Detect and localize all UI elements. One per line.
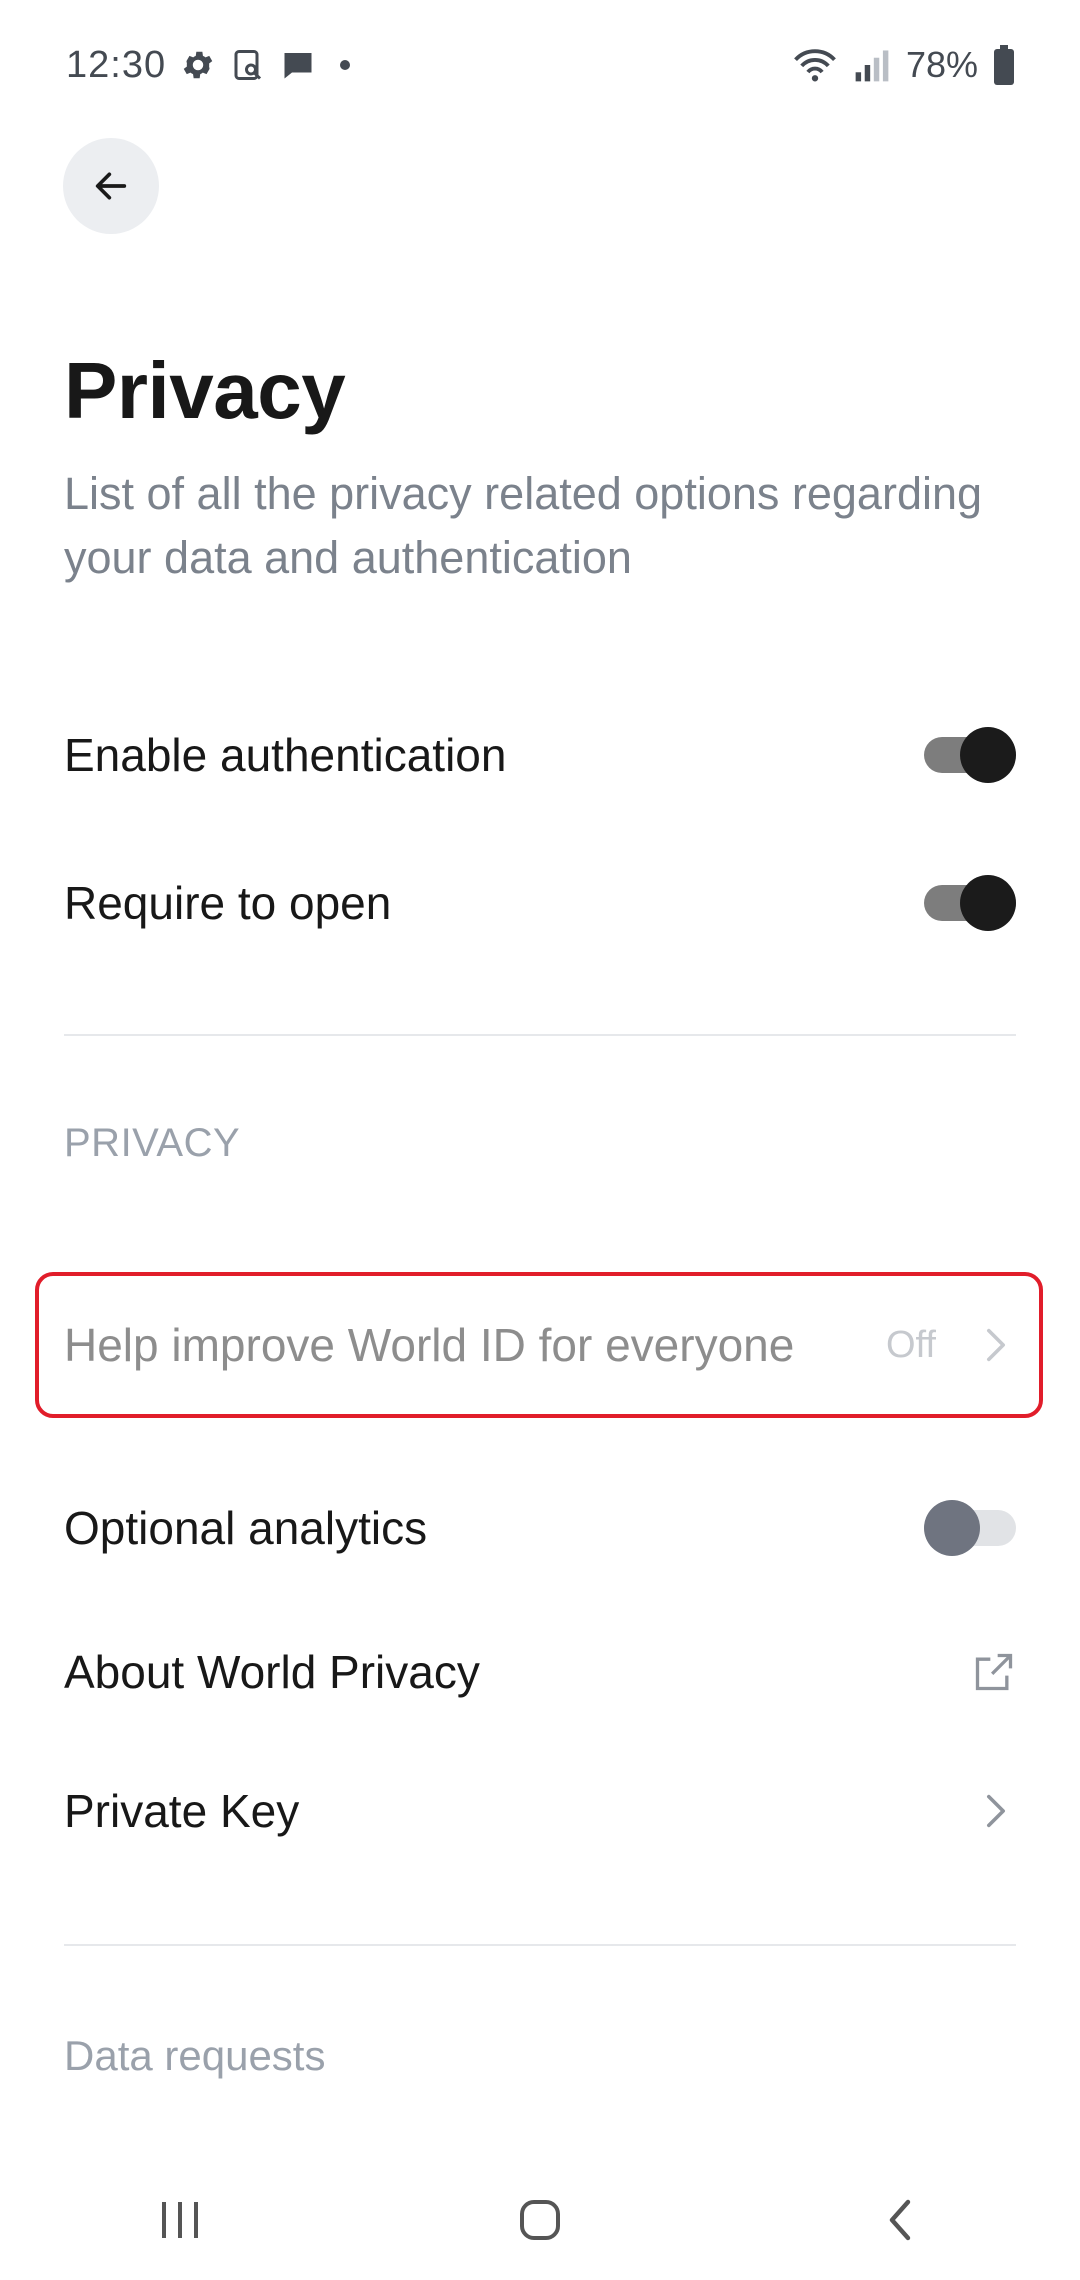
notification-dot <box>340 60 351 70</box>
chevron-right-icon <box>976 1791 1016 1831</box>
divider <box>64 1944 1016 1946</box>
status-bar: 12:30 78% <box>0 0 1080 130</box>
status-left: 12:30 <box>66 43 351 87</box>
gear-icon <box>183 51 213 79</box>
divider <box>64 1034 1016 1036</box>
about-world-privacy-row[interactable]: About World Privacy <box>64 1622 1016 1722</box>
toggle-knob <box>960 875 1016 931</box>
signal-icon <box>855 50 889 82</box>
toggle-knob <box>960 727 1016 783</box>
page-title: Privacy <box>64 346 346 435</box>
battery-icon <box>994 45 1014 85</box>
arrow-left-icon <box>95 172 127 200</box>
privacy-screen: 12:30 78% Privacy List of all the privac… <box>0 0 1080 2280</box>
home-icon <box>520 2200 560 2240</box>
enable-authentication-row[interactable]: Enable authentication <box>64 705 1016 805</box>
external-link-icon <box>972 1650 1016 1694</box>
require-to-open-row[interactable]: Require to open <box>64 853 1016 953</box>
page-subtitle: List of all the privacy related options … <box>64 468 983 583</box>
enable-authentication-label: Enable authentication <box>64 729 507 781</box>
status-right: 78% <box>792 44 1016 86</box>
optional-analytics-label: Optional analytics <box>64 1502 428 1554</box>
require-to-open-toggle[interactable] <box>924 875 1016 931</box>
help-improve-value: Off <box>886 1323 936 1366</box>
wifi-icon <box>794 49 836 82</box>
home-button[interactable] <box>480 2180 600 2260</box>
private-key-label: Private Key <box>64 1785 300 1837</box>
require-to-open-label: Require to open <box>64 877 392 929</box>
system-nav-bar <box>0 2160 1080 2280</box>
screenshot-icon <box>234 50 262 80</box>
about-world-privacy-label: About World Privacy <box>64 1646 480 1698</box>
nav-back-button[interactable] <box>840 2180 960 2260</box>
chevron-left-icon <box>889 2199 911 2241</box>
data-requests-header: Data requests <box>64 2032 326 2079</box>
help-improve-label: Help improve World ID for everyone <box>64 1319 795 1371</box>
recent-apps-icon <box>162 2202 198 2238</box>
enable-authentication-toggle[interactable] <box>924 727 1016 783</box>
optional-analytics-row[interactable]: Optional analytics <box>64 1478 1016 1578</box>
toggle-knob <box>924 1500 980 1556</box>
optional-analytics-toggle[interactable] <box>924 1500 1016 1556</box>
privacy-section-header: PRIVACY <box>64 1121 241 1165</box>
back-button[interactable] <box>63 138 159 234</box>
chat-icon <box>284 53 312 79</box>
help-improve-row[interactable]: Help improve World ID for everyone Off <box>64 1295 1016 1395</box>
recent-apps-button[interactable] <box>120 2180 240 2260</box>
battery-percent: 78% <box>905 44 978 85</box>
private-key-row[interactable]: Private Key <box>64 1761 1016 1861</box>
chevron-right-icon <box>976 1325 1016 1365</box>
status-time: 12:30 <box>66 43 167 86</box>
